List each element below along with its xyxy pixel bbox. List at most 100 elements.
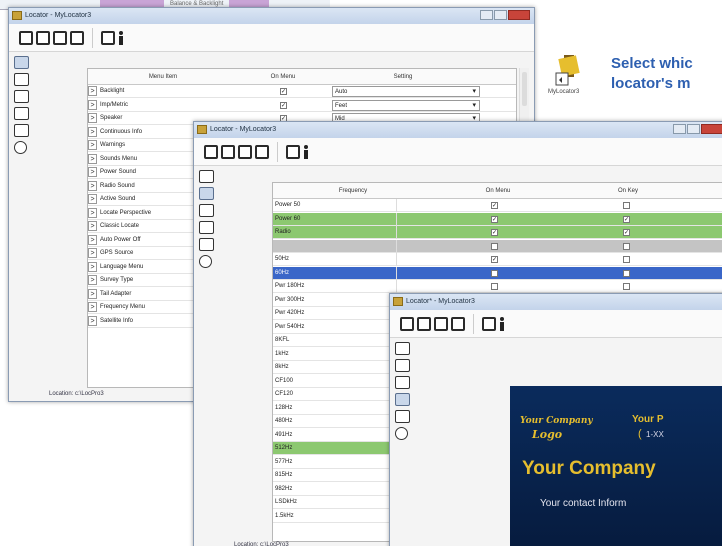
menu-settings-icon[interactable]: [14, 56, 29, 69]
expand-icon[interactable]: >: [88, 194, 97, 204]
refresh-icon[interactable]: [14, 141, 27, 154]
setting-dropdown[interactable]: Auto: [332, 86, 480, 97]
save-icon[interactable]: [36, 30, 50, 45]
save-icon[interactable]: [221, 144, 235, 159]
table-row[interactable]: > Backlight ✓ Auto: [88, 85, 516, 98]
phone-label: Your P: [632, 414, 664, 425]
on-menu-checkbox[interactable]: ✓: [491, 229, 498, 236]
import-icon[interactable]: [238, 144, 252, 159]
refresh-icon[interactable]: [199, 255, 212, 268]
window-app-icon: [393, 297, 403, 306]
on-menu-checkbox[interactable]: [491, 283, 498, 290]
on-menu-checkbox[interactable]: [491, 242, 498, 250]
save-icon[interactable]: [417, 316, 431, 331]
expand-icon[interactable]: >: [88, 140, 97, 150]
device-icon[interactable]: [14, 124, 29, 137]
device-icon[interactable]: [395, 410, 410, 423]
expand-icon[interactable]: >: [88, 153, 97, 164]
toolbar-separator: [473, 313, 474, 334]
send-to-locator-icon[interactable]: [286, 144, 300, 159]
window-controls: [480, 10, 530, 20]
scroll-thumb[interactable]: [522, 72, 527, 106]
on-key-checkbox[interactable]: ✓: [623, 215, 630, 223]
frequency-name: 1kHz: [275, 347, 397, 361]
table-row[interactable]: Radio ✓ ✓: [273, 226, 722, 239]
table-row[interactable]: 60Hz ✓: [273, 266, 722, 280]
table-row[interactable]: [273, 239, 722, 253]
grid-settings-icon[interactable]: [14, 90, 29, 103]
on-key-checkbox[interactable]: [623, 242, 630, 250]
grid-settings-icon[interactable]: [395, 376, 410, 389]
frequency-settings-icon[interactable]: [14, 73, 29, 86]
on-menu-checkbox[interactable]: ✓: [491, 256, 498, 263]
refresh-icon[interactable]: [395, 427, 408, 440]
on-key-checkbox[interactable]: ✓: [623, 229, 630, 236]
expand-icon[interactable]: >: [88, 261, 97, 272]
minimize-button[interactable]: [673, 124, 686, 134]
grid-settings-icon[interactable]: [199, 204, 214, 217]
table-row[interactable]: 50Hz ✓: [273, 253, 722, 266]
frequency-name: CF120: [275, 388, 397, 401]
import-icon[interactable]: [53, 30, 67, 45]
table-row[interactable]: Pwr 180Hz: [273, 280, 722, 293]
on-menu-checkbox[interactable]: ✓: [491, 215, 498, 223]
send-to-locator-icon[interactable]: [482, 316, 496, 331]
export-icon[interactable]: [451, 316, 465, 331]
expand-icon[interactable]: >: [88, 180, 97, 191]
table-row[interactable]: Power 50 ✓: [273, 199, 722, 212]
col-setting: Setting: [393, 74, 413, 80]
send-to-locator-icon[interactable]: [101, 30, 115, 45]
image-settings-icon[interactable]: [199, 221, 214, 234]
new-file-icon[interactable]: [204, 144, 218, 159]
frequency-settings-icon[interactable]: [199, 187, 214, 200]
expand-icon[interactable]: >: [88, 99, 97, 110]
on-key-checkbox[interactable]: [623, 269, 630, 277]
col-menu-item: Menu Item: [148, 74, 178, 80]
image-settings-icon[interactable]: [395, 393, 410, 406]
expand-icon[interactable]: >: [88, 275, 97, 285]
expand-icon[interactable]: >: [88, 113, 97, 123]
on-key-checkbox[interactable]: [623, 202, 630, 209]
table-row[interactable]: > Imp/Metric ✓ Feet: [88, 99, 516, 112]
phone-number: 1-XX: [646, 430, 664, 439]
device-icon[interactable]: [199, 238, 214, 251]
expand-icon[interactable]: >: [88, 288, 97, 299]
info-icon[interactable]: [303, 144, 309, 159]
close-button[interactable]: [701, 124, 722, 134]
expand-icon[interactable]: >: [88, 234, 97, 245]
expand-icon[interactable]: >: [88, 207, 97, 218]
info-icon[interactable]: [499, 316, 505, 331]
new-file-icon[interactable]: [400, 316, 414, 331]
on-menu-checkbox[interactable]: ✓: [491, 269, 498, 277]
on-menu-checkbox[interactable]: ✓: [280, 101, 287, 109]
expand-icon[interactable]: >: [88, 315, 97, 326]
info-icon[interactable]: [118, 30, 124, 45]
expand-icon[interactable]: >: [88, 167, 97, 177]
on-key-checkbox[interactable]: [623, 256, 630, 263]
on-menu-checkbox[interactable]: ✓: [491, 202, 498, 209]
import-icon[interactable]: [434, 316, 448, 331]
on-menu-checkbox[interactable]: ✓: [280, 88, 287, 95]
export-icon[interactable]: [255, 144, 269, 159]
menu-settings-icon[interactable]: [395, 342, 410, 355]
expand-icon[interactable]: >: [88, 248, 97, 258]
on-key-checkbox[interactable]: [623, 283, 630, 290]
expand-icon[interactable]: >: [88, 302, 97, 312]
setting-dropdown[interactable]: Feet: [332, 99, 480, 111]
new-file-icon[interactable]: [19, 30, 33, 45]
locator-app-icon-graphic: [555, 55, 580, 86]
table-row[interactable]: Power 60 ✓ ✓: [273, 212, 722, 226]
frequency-settings-icon[interactable]: [395, 359, 410, 372]
image-settings-icon[interactable]: [14, 107, 29, 120]
minimize-button[interactable]: [480, 10, 493, 20]
frequency-name: Pwr 420Hz: [275, 307, 397, 320]
menu-settings-icon[interactable]: [199, 170, 214, 183]
expand-icon[interactable]: >: [88, 126, 97, 137]
expand-icon[interactable]: >: [88, 221, 97, 231]
toolbar: [194, 138, 722, 166]
expand-icon[interactable]: >: [88, 86, 97, 96]
maximize-button[interactable]: [494, 10, 507, 20]
maximize-button[interactable]: [687, 124, 700, 134]
export-icon[interactable]: [70, 30, 84, 45]
close-button[interactable]: [508, 10, 530, 20]
